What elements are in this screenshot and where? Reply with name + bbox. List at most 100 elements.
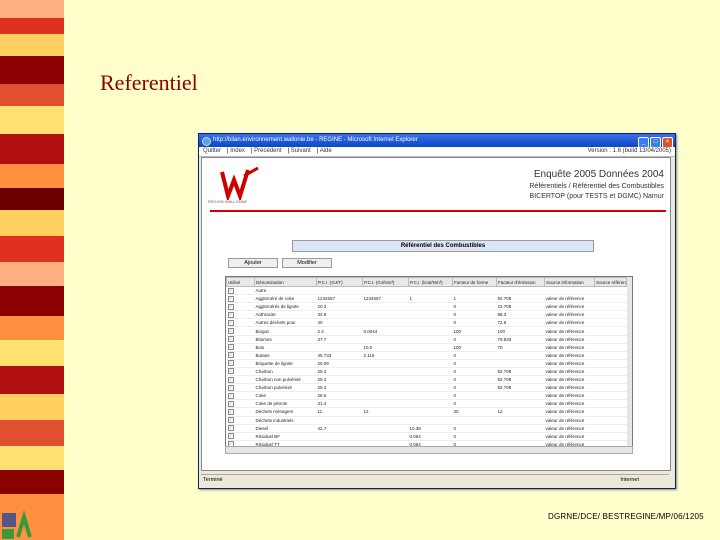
checkbox[interactable]: ✓ (227, 336, 234, 343)
table-cell: 0 (452, 424, 497, 433)
column-header[interactable]: Source référence (594, 277, 627, 287)
checkbox[interactable]: ✓ (227, 328, 234, 335)
page-heading: Enquête 2005 Données 2004 (533, 169, 664, 180)
row-checkbox-cell[interactable]: ✓ (226, 416, 255, 425)
checkbox[interactable]: ✓ (227, 400, 234, 407)
row-checkbox-cell[interactable]: ✓ (226, 432, 255, 441)
table-row[interactable]: ✓ Anthracite 34.9 0 98.3 valeur de référence (226, 310, 627, 320)
column-header[interactable]: P.C.I. (GJ/T) (316, 277, 363, 287)
checkbox[interactable]: ✓ (227, 303, 234, 310)
table-cell (496, 432, 545, 441)
table-cell: 92.708 (496, 383, 545, 393)
row-checkbox-cell[interactable]: ✓ (226, 424, 255, 433)
table-row[interactable]: ✓ Autre (226, 286, 627, 296)
horizontal-scrollbar[interactable] (225, 446, 633, 454)
row-checkbox-cell[interactable]: ✓ (226, 310, 255, 320)
table-cell (408, 286, 453, 296)
table-cell (362, 359, 409, 368)
menu-index[interactable]: Index (230, 148, 245, 154)
row-checkbox-cell[interactable]: ✓ (226, 294, 255, 304)
row-checkbox-cell[interactable]: ✓ (226, 343, 255, 352)
row-checkbox-cell[interactable]: ✓ (226, 318, 255, 328)
table-row[interactable]: ✓ Biogaz 2.4 0.0044 100 100 valeur de référenc… (226, 326, 627, 336)
table-row[interactable]: ✓ Déchets industriels valeur de référence (226, 416, 627, 425)
table-cell (408, 367, 453, 377)
checkbox[interactable]: ✓ (227, 425, 234, 432)
checkbox[interactable]: ✓ (227, 311, 234, 318)
menu-precedent[interactable]: Précédent (254, 148, 281, 154)
table-cell (594, 399, 627, 409)
row-checkbox-cell[interactable]: ✓ (226, 302, 255, 312)
table-cell (362, 399, 409, 409)
table-row[interactable]: ✓ Charbon non pulvérisé 29.3 0 92.708 valeur … (226, 375, 627, 385)
column-header[interactable]: Facteur de forme (452, 277, 497, 287)
row-checkbox-cell[interactable]: ✓ (226, 351, 255, 360)
table-row[interactable]: ✓ Charbon pulvérisé 29.3 0 92.708 valeur de r… (226, 383, 627, 393)
column-header[interactable]: P.C.I. (GJ/Nm³) (362, 277, 409, 287)
checkbox[interactable]: ✓ (227, 368, 234, 375)
checkbox[interactable]: ✓ (227, 392, 234, 399)
table-row[interactable]: ✓ Coke 28.5 0 valeur de référence (226, 391, 627, 401)
table-scrollbar[interactable] (627, 277, 632, 447)
row-checkbox-cell[interactable]: ✓ (226, 335, 255, 344)
add-button[interactable]: Ajouter (228, 258, 278, 268)
table-cell: Butane (254, 351, 317, 360)
menu-aide[interactable]: Aide (320, 148, 332, 154)
table-row[interactable]: ✓ Résiduel BF 0.064 0 valeur de référence (226, 432, 627, 441)
row-checkbox-cell[interactable]: ✓ (226, 375, 255, 385)
checkbox[interactable]: ✓ (227, 319, 234, 326)
table-cell: 0 (452, 399, 497, 409)
table-row[interactable]: ✓ Butane 45.733 2.115 0 valeur de référence (226, 351, 627, 360)
row-checkbox-cell[interactable]: ✓ (226, 391, 255, 401)
table-row[interactable]: ✓ Bois 10.0 100 70 valeur de référence (226, 343, 627, 352)
checkbox[interactable]: ✓ (227, 408, 234, 415)
checkbox[interactable]: ✓ (227, 376, 234, 383)
row-checkbox-cell[interactable]: ✓ (226, 359, 255, 368)
column-header[interactable]: Utilisé (226, 277, 255, 287)
column-header[interactable]: Facteur d'émission (496, 277, 545, 287)
column-header[interactable]: Source information (544, 277, 595, 287)
checkbox[interactable]: ✓ (227, 352, 234, 359)
modify-button[interactable]: Modifier (282, 258, 332, 268)
column-header[interactable]: P.C.I. (kcal/Nm³) (408, 277, 453, 287)
checkbox[interactable]: ✓ (227, 287, 234, 294)
row-checkbox-cell[interactable]: ✓ (226, 407, 255, 417)
checkbox[interactable]: ✓ (227, 295, 234, 302)
table-row[interactable]: ✓ Coke de pétrole 31.4 0 valeur de référence (226, 399, 627, 409)
table-row[interactable]: ✓ Agglomérés de lignite 20.3 0 22.708 valeur … (226, 302, 627, 312)
row-checkbox-cell[interactable]: ✓ (226, 286, 255, 296)
menu-quitter[interactable]: Quitter (203, 148, 221, 154)
row-checkbox-cell[interactable]: ✓ (226, 399, 255, 409)
window-scrollbar[interactable] (671, 157, 675, 469)
ie-icon (202, 137, 211, 146)
checkbox[interactable]: ✓ (227, 360, 234, 367)
checkbox[interactable]: ✓ (227, 433, 234, 440)
version-label: Version : 1.6 (build 13/04/2005) (587, 148, 671, 154)
table-row[interactable]: ✓ Bitumes 37.7 0 79.833 valeur de référence (226, 335, 627, 344)
window-titlebar[interactable]: http://bilan.environnement.wallonie.be -… (199, 134, 675, 148)
table-cell (594, 310, 627, 320)
row-checkbox-cell[interactable]: ✓ (226, 367, 255, 377)
menu-suivant[interactable]: Suivant (291, 148, 311, 154)
row-checkbox-cell[interactable]: ✓ (226, 326, 255, 336)
table-row[interactable]: ✓ Briquette de lignite 20.09 0 valeur de réf… (226, 359, 627, 368)
table-row[interactable]: ✓ Aggloméré de coke 1234567 1234567 1 1 92.708… (226, 294, 627, 304)
column-header[interactable]: Dénomination (254, 277, 317, 287)
table-row[interactable]: ✓ Diesel 42.7 10.38 0 valeur de référence (226, 424, 627, 433)
zone-text: Internet (620, 477, 639, 483)
region-wallonne-logo (220, 166, 259, 200)
table-row[interactable]: ✓ Autres déchets pour 40 0 72.6 valeur de réf… (226, 318, 627, 328)
row-checkbox-cell[interactable]: ✓ (226, 383, 255, 393)
checkbox[interactable]: ✓ (227, 417, 234, 424)
checkbox[interactable]: ✓ (227, 384, 234, 391)
slide-footer: DGRNE/DCE/ BESTREGINE/MP/06/1205 (548, 512, 704, 521)
table-cell (594, 383, 627, 393)
page-header: RÉGION WALLONNE Enquête 2005 Données 200… (202, 158, 670, 213)
table-cell: valeur de référence (544, 367, 595, 377)
table-row[interactable]: ✓ Déchets ménagers 11 12 30 12 valeur de référ… (226, 407, 627, 417)
table-row[interactable]: ✓ Charbon 29.3 0 92.708 valeur de référence (226, 367, 627, 377)
checkbox[interactable]: ✓ (227, 344, 234, 351)
table-cell: valeur de référence (544, 375, 595, 385)
table-cell (362, 424, 409, 433)
table-cell (408, 407, 453, 417)
